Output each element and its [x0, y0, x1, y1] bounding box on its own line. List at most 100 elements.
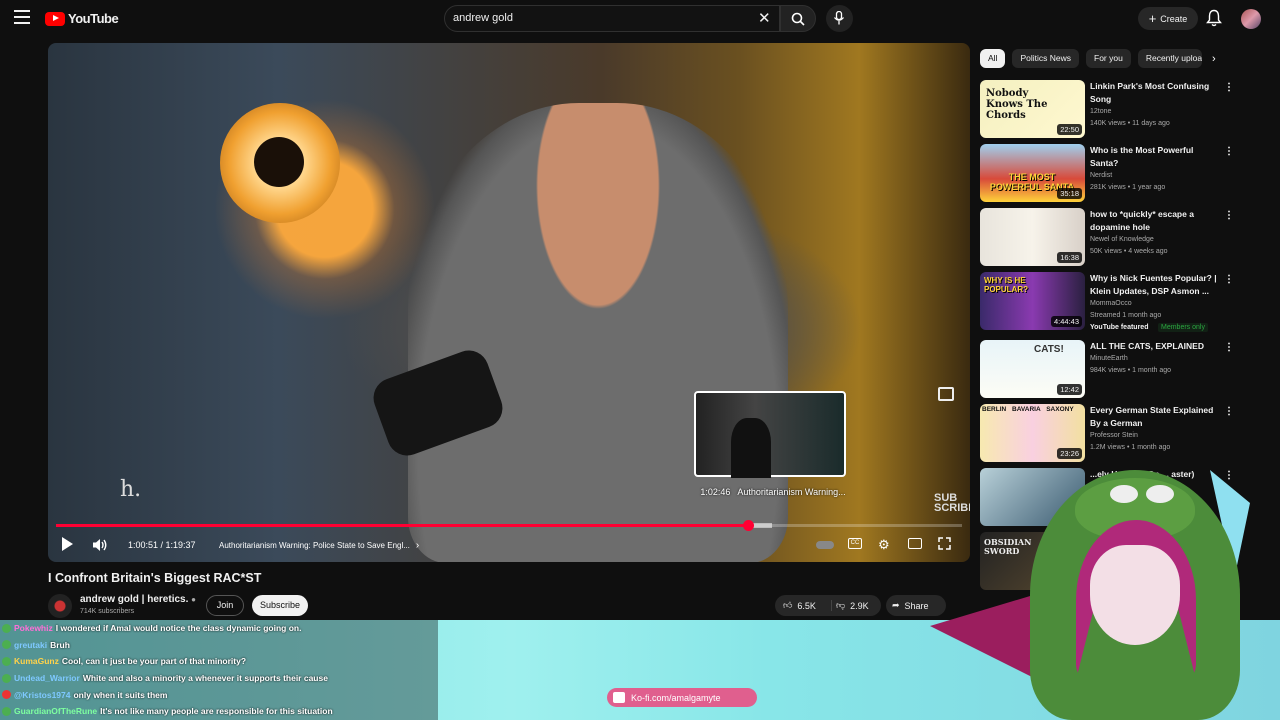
captions-icon[interactable]: CC [848, 538, 862, 549]
fullscreen-icon[interactable] [938, 537, 951, 555]
more-options-icon[interactable]: ⋮ [1224, 274, 1234, 285]
share-button[interactable]: ➦ Share [886, 595, 946, 616]
video-title[interactable]: Linkin Park's Most Confusing Song [1090, 80, 1218, 105]
more-options-icon[interactable]: ⋮ [1224, 342, 1234, 353]
subscribe-button[interactable]: Subscribe [252, 595, 308, 616]
chat-text: I wondered if Amal would notice the clas… [55, 623, 302, 634]
subscribe-watermark[interactable]: SUB SCRIBE [934, 493, 970, 514]
chat-text: Bruh [50, 639, 70, 650]
chat-message: greutaki Bruh [0, 637, 438, 654]
dislike-count: 2.9K [850, 600, 869, 611]
chat-text: It's not like many people are responsibl… [100, 706, 333, 717]
chip-recently-uploaded[interactable]: Recently uploa [1137, 49, 1202, 68]
chip-politics-news[interactable]: Politics News [1012, 49, 1079, 68]
channel-name[interactable]: Newel of Knowledge [1090, 236, 1154, 243]
video-thumbnail[interactable]: THE MOST POWERFUL SANTA 35:18 [980, 144, 1085, 202]
stream-chat: Pokewhiz I wondered if Amal would notice… [0, 620, 438, 720]
recommended-video[interactable]: CATS! 12:42 ALL THE CATS, EXPLAINED Minu… [980, 340, 1234, 398]
channel-name[interactable]: andrew gold | heretics. ● [80, 594, 196, 605]
thumbnail-text: BERLIN BAVARIA SAXONY [982, 406, 1074, 413]
search-button[interactable] [780, 5, 816, 32]
chapter-title-text: Authoritarianism Warning: Police State t… [219, 540, 410, 550]
more-options-icon[interactable]: ⋮ [1224, 146, 1234, 157]
chat-username: KumaGunz [14, 656, 59, 667]
video-thumbnail[interactable]: WHY IS HE POPULAR? 4:44:43 [980, 272, 1085, 330]
video-thumbnail[interactable]: CATS! 12:42 [980, 340, 1085, 398]
youtube-logo[interactable]: YouTube [45, 11, 119, 26]
like-button[interactable]: 👍︎ 6.5K [775, 600, 831, 611]
more-options-icon[interactable]: ⋮ [1224, 82, 1234, 93]
recommended-video[interactable]: Nobody Knows The Chords 22:50 Linkin Par… [980, 80, 1234, 138]
recommended-video[interactable]: 16:38 how to *quickly* escape a dopamine… [980, 208, 1234, 266]
thumbnail-text: CATS! [1034, 344, 1064, 355]
thumbnail-text: Nobody Knows The Chords [986, 88, 1048, 121]
recommended-video[interactable]: BERLIN BAVARIA SAXONY 23:26 Every German… [980, 404, 1234, 462]
video-thumbnail[interactable]: 16:38 [980, 208, 1085, 266]
chat-message: Pokewhiz I wondered if Amal would notice… [0, 620, 438, 637]
create-button[interactable]: + Create [1138, 7, 1198, 30]
video-title[interactable]: Who is the Most Powerful Santa? [1090, 144, 1218, 169]
volume-icon[interactable] [92, 536, 108, 554]
heretics-logo-overlay: h. [120, 477, 142, 502]
dislike-button[interactable]: 👎︎ 2.9K [831, 600, 869, 611]
create-label: Create [1160, 13, 1188, 24]
video-player[interactable]: h. SUB SCRIBE 1:02:46 Authoritarianism W… [48, 43, 970, 562]
miniplayer-icon[interactable] [938, 387, 954, 401]
chip-all[interactable]: All [980, 49, 1006, 68]
chat-username: Undead_Warrior [14, 673, 80, 684]
menu-icon[interactable] [14, 10, 30, 24]
video-thumbnail[interactable]: BERLIN BAVARIA SAXONY 23:26 [980, 404, 1085, 462]
search-icon [791, 12, 805, 26]
like-dislike-group: 👍︎ 6.5K 👎︎ 2.9K [775, 595, 881, 616]
channel-name[interactable]: 12tone [1090, 108, 1111, 115]
video-title[interactable]: ALL THE CATS, EXPLAINED [1090, 340, 1218, 353]
channel-name[interactable]: MinuteEarth [1090, 355, 1128, 362]
thumbs-up-icon: 👍︎ [783, 600, 793, 610]
chevron-right-icon[interactable]: › [1212, 53, 1216, 65]
play-icon[interactable] [62, 537, 73, 551]
chat-username: @Kristos1974 [14, 689, 71, 700]
chat-text: only when it suits them [73, 689, 168, 700]
more-options-icon[interactable]: ⋮ [1224, 210, 1234, 221]
channel-name[interactable]: Professor Stein [1090, 432, 1138, 439]
channel-name[interactable]: Nerdist [1090, 172, 1112, 179]
chip-for-you[interactable]: For you [1086, 49, 1131, 68]
video-duration: 4:44:43 [1050, 316, 1082, 327]
theater-mode-icon[interactable] [908, 538, 922, 549]
recommended-video[interactable]: THE MOST POWERFUL SANTA 35:18 Who is the… [980, 144, 1234, 202]
chapter-title[interactable]: Authoritarianism Warning: Police State t… [219, 536, 419, 554]
video-thumbnail[interactable]: Nobody Knows The Chords 22:50 [980, 80, 1085, 138]
video-title[interactable]: how to *quickly* escape a dopamine hole [1090, 208, 1218, 233]
recommended-video[interactable]: WHY IS HE POPULAR? 4:44:43 Why is Nick F… [980, 272, 1234, 332]
video-meta: 984K views • 1 month ago [1090, 367, 1172, 374]
thumbs-down-icon: 👎︎ [836, 600, 846, 610]
verified-icon: ● [191, 595, 197, 604]
join-button[interactable]: Join [206, 595, 244, 616]
video-duration: 23:26 [1057, 448, 1082, 459]
chat-message: KumaGunz Cool, can it just be your part … [0, 653, 438, 670]
chat-badge-icon [2, 656, 11, 666]
like-count: 6.5K [797, 600, 816, 611]
video-title: I Confront Britain's Biggest RAC*ST [48, 571, 262, 585]
chat-username: GuardianOfTheRune [14, 706, 98, 717]
video-meta: Streamed 1 month ago [1090, 312, 1162, 319]
chat-text: Cool, can it just be your part of that m… [61, 656, 247, 667]
video-meta: 50K views • 4 weeks ago [1090, 248, 1168, 255]
search-input[interactable]: andrew gold [444, 5, 780, 32]
settings-icon[interactable]: ⚙ [878, 537, 890, 553]
kofi-link: Ko-fi.com/amalgamyte [631, 692, 721, 703]
account-avatar[interactable] [1241, 9, 1261, 29]
voice-search-button[interactable] [826, 5, 853, 32]
chat-badge-icon [2, 690, 11, 700]
chat-message: GuardianOfTheRune It's not like many peo… [0, 703, 438, 720]
autoplay-toggle[interactable] [816, 541, 834, 549]
more-options-icon[interactable]: ⋮ [1224, 470, 1234, 481]
more-options-icon[interactable]: ⋮ [1224, 406, 1234, 417]
channel-name[interactable]: MommaOcco [1090, 300, 1132, 307]
video-duration: 12:42 [1057, 384, 1082, 395]
video-title[interactable]: Every German State Explained By a German [1090, 404, 1218, 429]
video-title[interactable]: Why is Nick Fuentes Popular? | Klein Upd… [1090, 272, 1218, 297]
bell-icon[interactable] [1206, 9, 1222, 32]
channel-avatar[interactable] [48, 594, 72, 618]
clear-search-icon[interactable]: ✕ [758, 9, 771, 27]
